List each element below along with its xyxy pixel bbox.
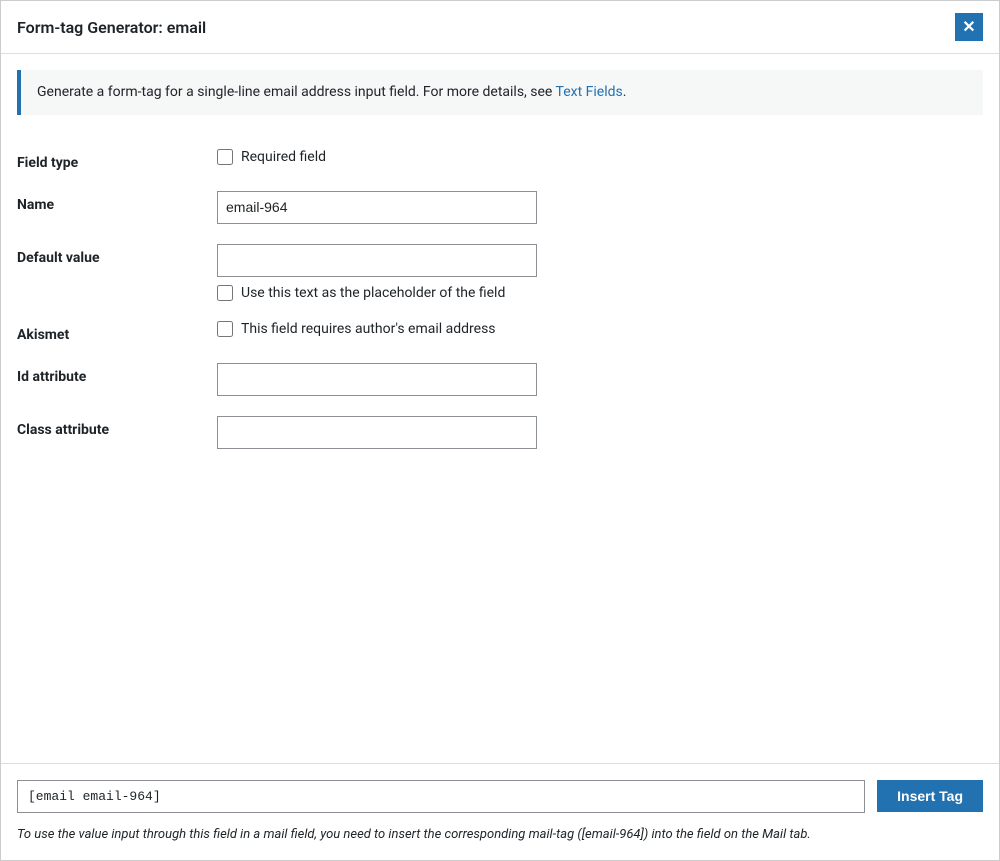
field-type-controls: Required field	[217, 149, 983, 165]
required-field-checkbox[interactable]	[217, 149, 233, 165]
id-attribute-row: Id attribute	[17, 353, 983, 406]
placeholder-label-text: Use this text as the placeholder of the …	[241, 285, 505, 301]
default-value-controls: Use this text as the placeholder of the …	[217, 244, 983, 301]
default-value-label: Default value	[17, 244, 217, 266]
field-type-label: Field type	[17, 149, 217, 171]
tag-row: Insert Tag	[17, 780, 983, 813]
class-attribute-row: Class attribute	[17, 406, 983, 459]
placeholder-checkbox-label[interactable]: Use this text as the placeholder of the …	[217, 285, 983, 301]
class-attribute-label: Class attribute	[17, 416, 217, 438]
name-label: Name	[17, 191, 217, 213]
required-field-label[interactable]: Required field	[217, 149, 983, 165]
id-attribute-controls	[217, 363, 983, 396]
akismet-label: Akismet	[17, 321, 217, 343]
tag-output-input[interactable]	[17, 780, 865, 813]
dialog-container: Form-tag Generator: email ✕ Generate a f…	[0, 0, 1000, 861]
default-value-input[interactable]	[217, 244, 537, 277]
default-value-row: Default value Use this text as the place…	[17, 234, 983, 311]
akismet-checkbox-label[interactable]: This field requires author's email addre…	[217, 321, 983, 337]
dialog-footer: Insert Tag To use the value input throug…	[1, 763, 999, 861]
id-attribute-label: Id attribute	[17, 363, 217, 385]
text-fields-link[interactable]: Text Fields	[556, 84, 623, 100]
info-period: .	[623, 84, 627, 100]
info-box: Generate a form-tag for a single-line em…	[17, 70, 983, 115]
insert-tag-button[interactable]: Insert Tag	[877, 780, 983, 812]
info-text: Generate a form-tag for a single-line em…	[37, 84, 556, 100]
close-button[interactable]: ✕	[955, 13, 983, 41]
footer-note-end: into the field on the Mail tab.	[648, 827, 810, 842]
name-input[interactable]	[217, 191, 537, 224]
akismet-controls: This field requires author's email addre…	[217, 321, 983, 337]
akismet-label-text: This field requires author's email addre…	[241, 321, 496, 337]
dialog-title: Form-tag Generator: email	[17, 18, 206, 37]
footer-note-text: To use the value input through this fiel…	[17, 827, 577, 842]
footer-note-tag: ([email-964])	[577, 827, 648, 842]
name-row: Name	[17, 181, 983, 234]
id-attribute-input[interactable]	[217, 363, 537, 396]
form-body: Field type Required field Name Default v…	[1, 131, 999, 763]
class-attribute-input[interactable]	[217, 416, 537, 449]
footer-note: To use the value input through this fiel…	[17, 825, 983, 845]
akismet-checkbox[interactable]	[217, 321, 233, 337]
field-type-row: Field type Required field	[17, 139, 983, 181]
required-field-checkbox-label: Required field	[241, 149, 326, 165]
class-attribute-controls	[217, 416, 983, 449]
dialog-header: Form-tag Generator: email ✕	[1, 1, 999, 54]
akismet-row: Akismet This field requires author's ema…	[17, 311, 983, 353]
placeholder-checkbox[interactable]	[217, 285, 233, 301]
name-controls	[217, 191, 983, 224]
